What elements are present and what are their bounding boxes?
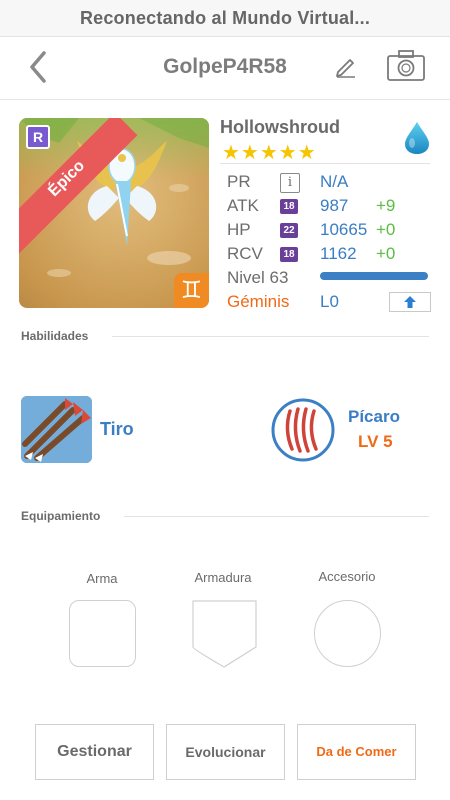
- rcv-label: RCV: [227, 244, 263, 263]
- weapon-label: Arma: [86, 571, 118, 586]
- equipment-section-title: Equipamiento: [21, 509, 101, 523]
- pr-value: N/A: [320, 172, 349, 191]
- arrow-up-icon: [404, 296, 416, 308]
- weapon-slot[interactable]: [69, 600, 136, 667]
- trait-icon[interactable]: [270, 397, 336, 463]
- trait-name: Pícaro: [348, 407, 400, 426]
- camera-button[interactable]: [386, 49, 426, 83]
- active-skill-name[interactable]: Tiro: [100, 419, 134, 440]
- manage-button[interactable]: Gestionar: [35, 724, 154, 780]
- claw-icon: [271, 398, 335, 462]
- back-button[interactable]: [22, 47, 58, 87]
- rank-badge: R: [26, 125, 50, 149]
- water-drop-icon: [405, 122, 429, 154]
- divider: [112, 336, 429, 337]
- page-title: GolpeP4R58: [163, 55, 287, 78]
- info-icon[interactable]: i: [280, 173, 300, 193]
- divider: [124, 516, 429, 517]
- rcv-value: 1162: [320, 244, 357, 263]
- monster-card[interactable]: Épico R ♊: [19, 118, 209, 308]
- status-text: Reconectando al Mundo Virtual...: [79, 8, 371, 28]
- star-rating: ★★★★★: [222, 142, 317, 164]
- hp-value: 10665: [320, 220, 368, 239]
- edit-button[interactable]: [332, 51, 360, 79]
- accessory-slot[interactable]: [314, 600, 381, 667]
- atk-value: 987: [320, 196, 349, 215]
- hp-badge: 22: [280, 223, 298, 238]
- monster-name: Hollowshroud: [220, 117, 340, 137]
- zodiac-level: L0: [320, 292, 339, 311]
- level-label: Nivel 63: [227, 268, 289, 287]
- pencil-icon: [336, 59, 355, 78]
- accessory-label: Accesorio: [318, 569, 376, 584]
- feed-button[interactable]: Da de Comer: [297, 724, 416, 780]
- level-progress-bar: [320, 272, 428, 280]
- zodiac-badge: ♊: [174, 273, 209, 308]
- pr-label: PR: [227, 172, 251, 191]
- armor-label: Armadura: [194, 570, 252, 585]
- atk-badge: 18: [280, 199, 298, 214]
- rcv-badge: 18: [280, 247, 298, 262]
- camera-icon: [387, 50, 425, 81]
- rcv-bonus: +0: [376, 244, 396, 263]
- skills-section-title: Habilidades: [21, 329, 89, 343]
- hp-label: HP: [227, 220, 251, 239]
- trait-level: LV 5: [358, 432, 393, 451]
- header: GolpeP4R58: [0, 37, 450, 100]
- hp-bonus: +0: [376, 220, 396, 239]
- armor-slot[interactable]: [191, 599, 258, 668]
- evolve-button[interactable]: Evolucionar: [166, 724, 285, 780]
- upgrade-button[interactable]: [389, 292, 431, 312]
- atk-bonus: +9: [376, 196, 396, 215]
- divider: [220, 163, 430, 164]
- status-bar: Reconectando al Mundo Virtual...: [0, 0, 450, 37]
- chevron-left-icon: [30, 51, 46, 83]
- atk-label: ATK: [227, 196, 259, 215]
- zodiac-label: Géminis: [227, 292, 290, 311]
- arrows-icon: [21, 396, 92, 463]
- active-skill-icon[interactable]: [21, 396, 92, 463]
